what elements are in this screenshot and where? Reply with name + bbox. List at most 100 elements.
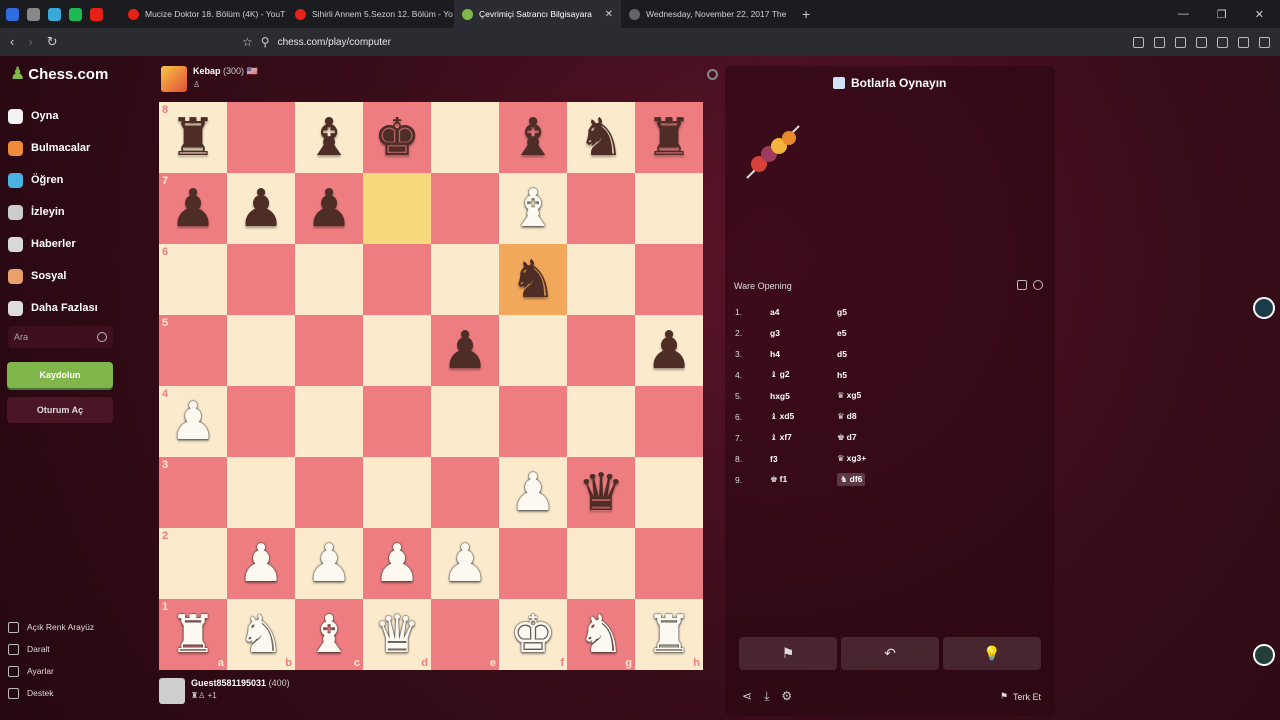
square-e6[interactable] — [431, 244, 499, 315]
square-e7[interactable] — [431, 173, 499, 244]
square-d2[interactable]: ♟ — [363, 528, 431, 599]
square-d6[interactable] — [363, 244, 431, 315]
download-icon[interactable]: ⤓ — [764, 689, 769, 704]
square-g4[interactable] — [567, 386, 635, 457]
square-f1[interactable]: f ♚ — [499, 599, 567, 670]
hint-icon-button[interactable]: 💡 — [943, 637, 1041, 670]
square-e4[interactable] — [431, 386, 499, 457]
player-name[interactable]: Guest8581195031 — [191, 678, 266, 688]
square-a4[interactable]: 4 ♟ — [159, 386, 227, 457]
board-settings-icon[interactable] — [707, 69, 718, 80]
menu-icon[interactable] — [1259, 36, 1270, 48]
black-move[interactable]: ♛ xg3+ — [837, 453, 866, 464]
white-king-piece[interactable]: ♚ — [510, 609, 557, 661]
white-pawn-piece[interactable]: ♟ — [510, 467, 557, 519]
white-move[interactable]: ♝ g2 — [770, 369, 837, 380]
pinned-tab-icon[interactable] — [6, 7, 19, 21]
square-d3[interactable] — [363, 457, 431, 528]
square-g2[interactable] — [567, 528, 635, 599]
forward-icon[interactable]: › — [28, 34, 32, 50]
square-h2[interactable] — [635, 528, 703, 599]
white-bishop-piece[interactable]: ♝ — [510, 183, 557, 235]
assistant-icon[interactable] — [1253, 297, 1275, 319]
square-a5[interactable]: 5 — [159, 315, 227, 386]
bot-avatar[interactable] — [741, 120, 805, 184]
zoom-icon[interactable] — [1253, 644, 1275, 666]
white-pawn-piece[interactable]: ♟ — [374, 538, 421, 590]
extension-icon[interactable] — [1196, 36, 1207, 48]
player-avatar[interactable] — [159, 678, 185, 704]
white-move[interactable]: ♝ xd5 — [770, 411, 837, 422]
black-move[interactable]: ♞ df6 — [837, 473, 866, 486]
square-c3[interactable] — [295, 457, 363, 528]
settings-icon[interactable]: ⚙ — [781, 689, 792, 704]
white-pawn-piece[interactable]: ♟ — [306, 538, 353, 590]
sidebar-bottom-item[interactable]: Ayarlar — [8, 660, 94, 682]
square-e5[interactable]: ♟ — [431, 315, 499, 386]
white-move[interactable]: ♚ f1 — [770, 474, 837, 485]
black-move[interactable]: e5 — [837, 328, 846, 338]
square-c8[interactable]: ♝ — [295, 102, 363, 173]
pinned-tab-icon[interactable] — [27, 7, 40, 21]
square-b3[interactable] — [227, 457, 295, 528]
back-icon[interactable]: ‹ — [10, 34, 14, 50]
square-f3[interactable]: ♟ — [499, 457, 567, 528]
undo-icon-button[interactable]: ↶ — [841, 637, 939, 670]
login-button[interactable]: Oturum Aç — [7, 397, 113, 423]
square-b4[interactable] — [227, 386, 295, 457]
black-pawn-piece[interactable]: ♟ — [238, 183, 285, 235]
extension-icon[interactable] — [1133, 36, 1144, 48]
black-move[interactable]: ♛ xg5 — [837, 390, 861, 401]
square-b5[interactable] — [227, 315, 295, 386]
square-f4[interactable] — [499, 386, 567, 457]
square-g1[interactable]: g ♞ — [567, 599, 635, 670]
square-h5[interactable]: ♟ — [635, 315, 703, 386]
new-tab-button[interactable]: + — [788, 6, 810, 22]
square-b1[interactable]: b ♞ — [227, 599, 295, 670]
square-d1[interactable]: d ♛ — [363, 599, 431, 670]
signup-button[interactable]: Kaydolun — [7, 362, 113, 388]
square-a2[interactable]: 2 — [159, 528, 227, 599]
square-a3[interactable]: 3 — [159, 457, 227, 528]
white-rook-piece[interactable]: ♜ — [170, 609, 217, 661]
square-h3[interactable] — [635, 457, 703, 528]
sidebar-item[interactable]: Öğren — [8, 164, 98, 196]
share-icon[interactable]: ⋖ — [742, 689, 752, 704]
square-e8[interactable] — [431, 102, 499, 173]
chess-logo[interactable]: ♟ Chess.com — [10, 64, 108, 84]
white-pawn-piece[interactable]: ♟ — [442, 538, 489, 590]
square-c4[interactable] — [295, 386, 363, 457]
close-window-icon[interactable]: ✕ — [1255, 8, 1264, 21]
black-queen-piece[interactable]: ♛ — [578, 467, 625, 519]
square-d5[interactable] — [363, 315, 431, 386]
black-move[interactable]: ♚ d7 — [837, 432, 857, 443]
white-move[interactable]: f3 — [770, 454, 837, 464]
restore-icon[interactable]: ❐ — [1217, 8, 1227, 21]
square-b7[interactable]: ♟ — [227, 173, 295, 244]
close-tab-icon[interactable]: ✕ — [605, 9, 613, 20]
site-info-icon[interactable]: ⚲ — [261, 35, 270, 49]
pinned-tab-icon[interactable] — [90, 7, 103, 21]
flag-icon-button[interactable]: ⚑ — [739, 637, 837, 670]
extension-icon[interactable] — [1154, 36, 1165, 48]
black-pawn-piece[interactable]: ♟ — [170, 183, 217, 235]
sidebar-item[interactable]: Daha Fazlası — [8, 292, 98, 324]
square-f8[interactable]: ♝ — [499, 102, 567, 173]
square-b8[interactable] — [227, 102, 295, 173]
sidebar-item[interactable]: Oyna — [8, 100, 98, 132]
sidebar-item[interactable]: Haberler — [8, 228, 98, 260]
bookmark-icon[interactable]: ☆ — [242, 35, 253, 49]
square-d8[interactable]: ♚ — [363, 102, 431, 173]
analysis-icon[interactable] — [1033, 280, 1043, 290]
square-a7[interactable]: 7 ♟ — [159, 173, 227, 244]
square-a1[interactable]: 1 a ♜ — [159, 599, 227, 670]
black-knight-piece[interactable]: ♞ — [578, 112, 625, 164]
black-rook-piece[interactable]: ♜ — [646, 112, 693, 164]
black-bishop-piece[interactable]: ♝ — [306, 112, 353, 164]
black-king-piece[interactable]: ♚ — [374, 112, 421, 164]
search-icon[interactable] — [97, 332, 107, 342]
sidebar-icon[interactable] — [1217, 36, 1228, 48]
white-rook-piece[interactable]: ♜ — [646, 609, 693, 661]
opponent-avatar[interactable] — [161, 66, 187, 92]
square-f6[interactable]: ♞ — [499, 244, 567, 315]
